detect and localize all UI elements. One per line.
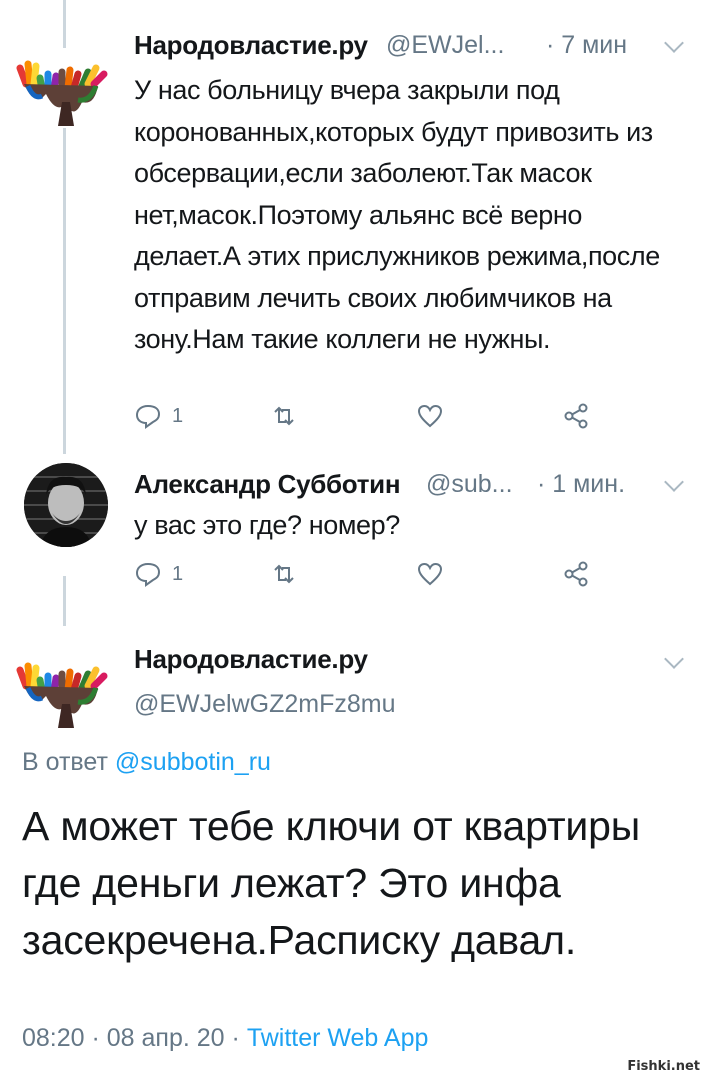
share-icon [564,403,588,429]
tweet-time[interactable]: · 7 мин [546,31,627,60]
author-handle[interactable]: @sub... [426,470,513,499]
reply-mention-link[interactable]: @subbotin_ru [115,748,271,776]
chevron-down-icon[interactable] [664,33,684,53]
author-handle[interactable]: @EWJel... [386,31,504,60]
retweet-button[interactable] [270,558,298,590]
retweet-icon [274,564,294,584]
author-name[interactable]: Народовластие.ру [134,30,368,61]
main-tweet-text: А может тебе ключи от квартиры где деньг… [22,803,640,963]
reply-prefix: В ответ [22,748,108,776]
reply-button[interactable]: 1 [134,558,183,590]
user-photo-icon [24,463,108,547]
reply-context: В ответ @subbotin_ru [22,748,271,777]
chevron-down-icon[interactable] [664,649,684,669]
like-button[interactable] [416,558,444,590]
reply-icon [135,562,161,587]
author-name[interactable]: Народовластие.ру [134,644,368,675]
tweet-timestamp[interactable]: 08:20 · 08 апр. 20 · [22,1024,240,1052]
source-app-link[interactable]: Twitter Web App [247,1024,429,1052]
author-handle[interactable]: @EWJelwGZ2mFz8mu [134,690,396,719]
watermark: Fishki.net [627,1059,700,1074]
chevron-down-icon[interactable] [664,472,684,492]
heart-icon [417,562,443,586]
like-button[interactable] [416,400,444,432]
avatar[interactable] [16,656,110,730]
tweet-text: у вас это где? номер? [134,510,400,540]
hands-logo-icon [16,60,108,126]
tweet[interactable]: Народовластие.ру @EWJel... · 7 мин У нас… [0,0,706,450]
tweet-actions: 1 [134,400,594,432]
tweet-time[interactable]: · 1 мин. [537,470,625,499]
share-button[interactable] [562,558,590,590]
tweet[interactable]: Александр Субботин @sub... · 1 мин. у ва… [0,455,706,620]
reply-icon [135,404,161,429]
share-icon [564,561,588,587]
tweet-footer: 08:20 · 08 апр. 20 · Twitter Web App [22,1024,428,1053]
reply-count: 1 [172,562,184,585]
tweet-actions: 1 [134,558,594,590]
share-button[interactable] [562,400,590,432]
heart-icon [417,404,443,428]
avatar[interactable] [16,54,110,128]
retweet-icon [274,406,294,426]
avatar[interactable] [24,463,108,547]
reply-count: 1 [172,404,184,427]
tweet-text: У нас больницу вчера закрыли под коронов… [134,75,660,354]
author-name[interactable]: Александр Субботин [134,469,401,500]
reply-button[interactable]: 1 [134,400,183,432]
retweet-button[interactable] [270,400,298,432]
hands-logo-icon [16,662,108,728]
